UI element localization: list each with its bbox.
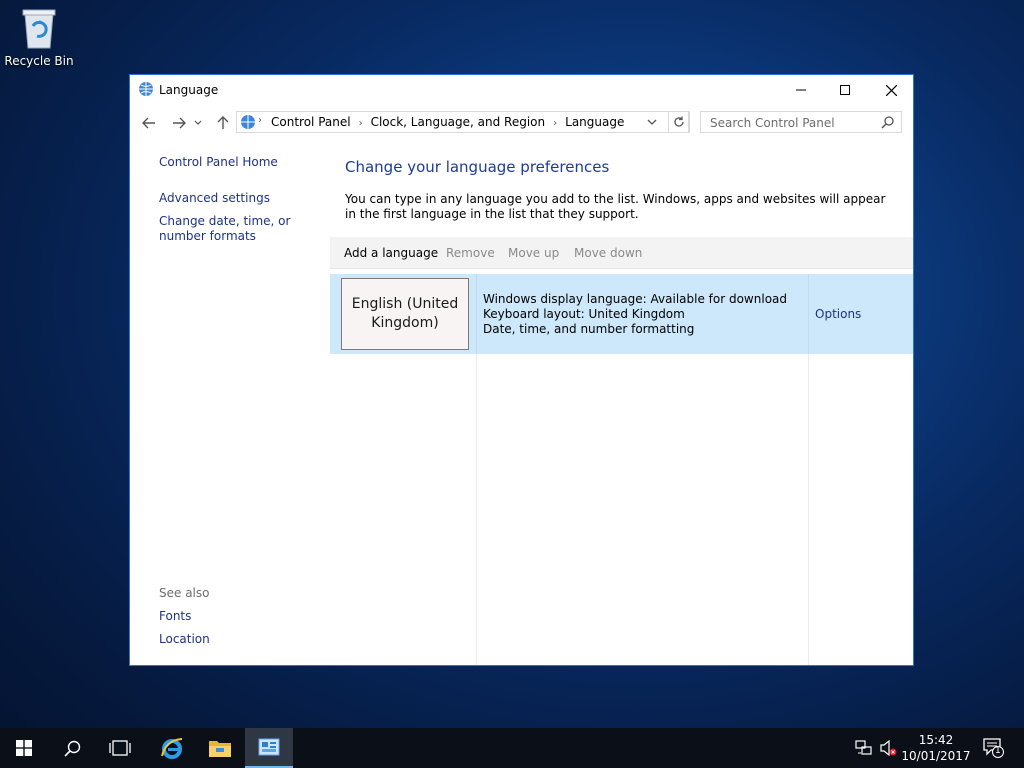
change-date-time-formats-link[interactable]: Change date, time, or number formats (159, 214, 325, 244)
maximize-icon (840, 85, 850, 95)
recent-locations-button[interactable] (192, 113, 204, 133)
language-app-icon (138, 81, 154, 100)
column-divider (476, 354, 477, 665)
add-language-button[interactable]: Add a language (344, 246, 438, 260)
recycle-bin-shortcut[interactable]: Recycle Bin (4, 6, 74, 68)
refresh-button[interactable] (668, 111, 690, 133)
refresh-icon (674, 116, 684, 127)
clock-date: 10/01/2017 (901, 749, 971, 763)
forward-arrow-icon (173, 117, 186, 129)
language-toolbar: Add a language Remove Move up Move down (330, 237, 913, 269)
recycle-bin-label: Recycle Bin (4, 54, 74, 68)
clock-time: 15:42 (918, 733, 954, 747)
up-arrow-icon (217, 116, 229, 129)
breadcrumb-separator-icon: › (553, 118, 558, 129)
move-down-button[interactable]: Move down (574, 246, 642, 260)
breadcrumb-separator-icon: › (358, 118, 363, 129)
keyboard-layout-info: Keyboard layout: United Kingdom (483, 307, 685, 321)
breadcrumb-control-panel[interactable]: Control Panel (271, 115, 351, 129)
window-title: Language (159, 83, 219, 97)
internet-explorer-icon (161, 738, 183, 759)
remove-button[interactable]: Remove (446, 246, 495, 260)
action-center-button[interactable]: 1 (983, 738, 1005, 758)
close-button[interactable] (868, 75, 914, 105)
search-box[interactable]: Search Control Panel (700, 111, 902, 133)
search-input[interactable]: Search Control Panel (710, 116, 835, 130)
task-view-button[interactable] (96, 728, 144, 768)
system-clock[interactable]: 15:42 10/01/2017 (898, 732, 974, 764)
file-explorer-button[interactable] (196, 728, 244, 768)
chevron-down-icon (647, 119, 657, 125)
language-options-link[interactable]: Options (815, 307, 861, 321)
address-bar[interactable]: › Control Panel › Clock, Language, and Reg… (236, 111, 689, 133)
taskbar: 15:42 10/01/2017 1 (0, 728, 1024, 768)
maximize-button[interactable] (822, 75, 868, 105)
control-panel-icon (258, 738, 280, 756)
column-divider (476, 274, 477, 354)
location-link[interactable]: Location (159, 632, 210, 646)
language-window: Language › Control Panel › Clock, Langua… (129, 74, 914, 666)
address-dropdown-button[interactable] (647, 115, 657, 132)
search-icon[interactable] (881, 116, 894, 132)
back-button[interactable] (138, 113, 160, 133)
language-details: Windows display language: Available for … (483, 292, 787, 337)
notification-count: 1 (995, 746, 1001, 756)
display-language-status: Windows display language: Available for … (483, 292, 788, 306)
breadcrumb-language[interactable]: Language (565, 115, 624, 129)
windows-logo-icon (16, 740, 32, 756)
breadcrumb: Control Panel › Clock, Language, and Regio… (271, 115, 624, 129)
volume-muted-icon[interactable] (880, 739, 898, 759)
notification-icon (983, 738, 1004, 758)
close-icon (885, 84, 897, 96)
column-divider (808, 354, 809, 665)
language-name: English (United Kingdom) (351, 296, 459, 331)
breadcrumb-clock-language-region[interactable]: Clock, Language, and Region (371, 115, 546, 129)
minimize-icon (796, 89, 806, 91)
formatting-info: Date, time, and number formatting (483, 322, 695, 336)
task-view-icon (109, 740, 131, 756)
search-icon (63, 740, 80, 757)
search-taskbar-button[interactable] (48, 728, 96, 768)
language-window-taskbar-button[interactable] (245, 728, 293, 768)
move-up-button[interactable]: Move up (508, 246, 559, 260)
forward-button[interactable] (168, 113, 190, 133)
back-arrow-icon (142, 117, 155, 129)
language-name-box[interactable]: English (United Kingdom) (341, 278, 469, 350)
page-title: Change your language preferences (345, 158, 610, 176)
see-also-label: See also (159, 586, 210, 600)
fonts-link[interactable]: Fonts (159, 609, 191, 623)
control-panel-icon (240, 114, 256, 133)
page-description: You can type in any language you add to … (345, 192, 886, 221)
chevron-down-icon (194, 120, 202, 125)
up-button[interactable] (212, 113, 234, 133)
control-panel-home-link[interactable]: Control Panel Home (159, 155, 278, 169)
breadcrumb-root-chevron-icon: › (258, 115, 262, 126)
advanced-settings-link[interactable]: Advanced settings (159, 191, 270, 205)
internet-explorer-button[interactable] (148, 728, 196, 768)
folder-icon (209, 741, 231, 757)
title-bar[interactable]: Language (130, 75, 913, 105)
column-divider (808, 274, 809, 354)
minimize-button[interactable] (778, 75, 824, 105)
start-button[interactable] (0, 728, 48, 768)
language-row[interactable]: English (United Kingdom) Windows display… (330, 274, 913, 354)
network-icon[interactable] (855, 740, 873, 759)
recycle-bin-icon (19, 6, 59, 50)
